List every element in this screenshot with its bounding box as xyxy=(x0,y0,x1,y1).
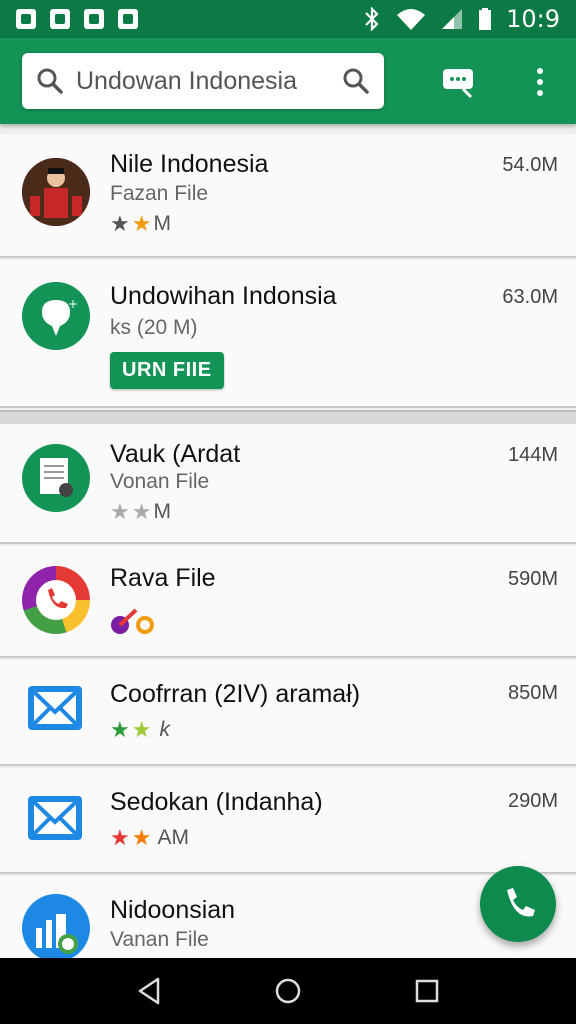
star-icon: ★ xyxy=(110,825,130,850)
item-title: Sedokan (Indanha) xyxy=(110,788,323,816)
app-bar: Undowan Indonesia xyxy=(0,38,576,124)
item-title: Rava File xyxy=(110,564,216,592)
navigation-bar xyxy=(0,958,576,1024)
item-title: Undowihan Indonsia xyxy=(110,282,337,310)
back-icon[interactable] xyxy=(134,976,164,1006)
rating-text: k xyxy=(159,718,170,741)
item-size: 63.0M xyxy=(502,286,558,308)
app-icon-document xyxy=(22,444,90,512)
signal-icon xyxy=(442,9,463,29)
phone-icon xyxy=(507,888,535,917)
rating-text: M xyxy=(153,500,171,523)
wifi-icon xyxy=(397,9,426,30)
list-item[interactable]: Rava File 590M xyxy=(0,546,576,658)
clock: 10:9 xyxy=(506,5,560,33)
app-icon-phone xyxy=(22,566,90,634)
item-title: Nile Indonesia xyxy=(110,150,269,178)
notification-icon xyxy=(16,9,36,29)
list-item[interactable]: + Undowihan Indonsia ks (20 M) URN FIIE … xyxy=(0,260,576,408)
item-title: Nidoonsian xyxy=(110,896,236,924)
item-size: 144M xyxy=(507,444,558,466)
recents-icon[interactable] xyxy=(412,976,442,1006)
more-vert-icon[interactable] xyxy=(520,62,560,102)
battery-icon xyxy=(479,8,492,30)
search-icon[interactable] xyxy=(36,67,64,95)
item-size: 54.0M xyxy=(502,154,558,176)
star-icon: ★ xyxy=(110,717,130,742)
rating: ★ ★ k xyxy=(110,718,170,742)
mail-icon xyxy=(26,790,84,853)
app-icon-analytics xyxy=(22,894,90,962)
item-subtitle: ks (20 M) xyxy=(110,316,198,339)
star-icon: ★ xyxy=(131,499,152,524)
list-item[interactable]: Coofrran (2IV) aramał) ★ ★ k 850M xyxy=(0,660,576,766)
notification-icon xyxy=(84,9,104,29)
item-title: Vauk (Ardat xyxy=(110,440,241,468)
app-icon-chat: + xyxy=(22,282,90,350)
star-icon: ★ xyxy=(110,211,130,236)
star-icon: ★ xyxy=(131,717,152,742)
bluetooth-icon xyxy=(365,7,379,31)
item-title: Coofrran (2IV) aramał) xyxy=(110,680,361,708)
rating: ★ ★ AM xyxy=(110,826,189,850)
notification-icon xyxy=(50,9,70,29)
notification-icons xyxy=(16,9,138,29)
mail-icon xyxy=(26,680,84,743)
call-fab[interactable] xyxy=(480,866,556,942)
item-subtitle: Fazan File xyxy=(110,182,209,205)
item-subtitle: Vonan File xyxy=(110,470,210,493)
rating: ★ ★ M xyxy=(110,500,171,524)
svg-text:+: + xyxy=(68,297,78,311)
star-icon: ★ xyxy=(131,825,152,850)
star-icon: ★ xyxy=(110,499,130,524)
search-bar[interactable]: Undowan Indonesia xyxy=(22,53,384,109)
item-size: 590M xyxy=(507,568,558,590)
chat-icon[interactable] xyxy=(438,62,478,102)
search-input[interactable]: Undowan Indonesia xyxy=(64,67,342,96)
rating-text: AM xyxy=(157,826,189,849)
notification-icon xyxy=(118,9,138,29)
status-bar: 10:9 xyxy=(0,0,576,38)
list-item[interactable]: Nile Indonesia Fazan File ★ ★ M 54.0M xyxy=(0,134,576,258)
app-icon-nile xyxy=(22,158,90,226)
open-file-button[interactable]: URN FIIE xyxy=(110,352,224,389)
home-icon[interactable] xyxy=(273,976,303,1006)
star-icon: ★ xyxy=(131,211,152,236)
rating-text: M xyxy=(153,212,171,235)
rating: ★ ★ M xyxy=(110,212,171,236)
search-icon[interactable] xyxy=(342,67,370,95)
item-size: 850M xyxy=(507,682,558,704)
list-item[interactable]: Sedokan (Indanha) ★ ★ AM 290M xyxy=(0,768,576,874)
list-item[interactable]: Vauk (Ardat Vonan File ★ ★ M 144M xyxy=(0,424,576,544)
tools-icon xyxy=(110,606,156,641)
item-subtitle: Vanan File xyxy=(110,928,209,951)
item-size: 290M xyxy=(507,790,558,812)
section-divider xyxy=(0,410,576,424)
